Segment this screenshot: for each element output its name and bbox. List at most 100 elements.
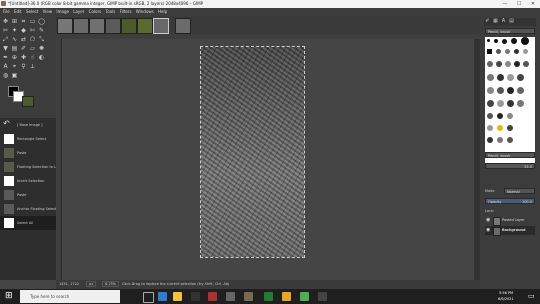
windows-start-icon[interactable]: ⊞ (5, 292, 14, 301)
brush-spacing-field[interactable]: 25.0 (485, 163, 535, 169)
ellipse-select-tool-icon[interactable]: ◯ (38, 18, 45, 25)
image-canvas[interactable] (200, 46, 305, 258)
align-tool-icon[interactable]: ⊞ (11, 18, 18, 25)
history-item[interactable]: Anchor Floating Selection (0, 202, 62, 216)
eye-icon[interactable]: ◉ (486, 218, 491, 223)
clock-time[interactable]: 5:56 PM (499, 291, 513, 295)
rect-select-tool-icon[interactable]: ▭ (29, 18, 36, 25)
menu-help[interactable]: Help (158, 8, 167, 16)
image-tab[interactable] (121, 18, 137, 34)
document-tab-icon[interactable]: ▤ (508, 18, 515, 25)
file-explorer-icon[interactable] (173, 292, 182, 301)
brush-preset[interactable] (487, 87, 494, 94)
scissors-tool-icon[interactable]: ✄ (29, 27, 36, 34)
app-icon[interactable] (226, 292, 235, 301)
paths-tool-icon[interactable]: ✎ (38, 27, 45, 34)
history-item-selected[interactable]: Select All (0, 216, 56, 230)
scale-tool-icon[interactable]: ⤡ (38, 36, 45, 43)
color-select-tool-icon[interactable]: ◆ (20, 27, 27, 34)
patterns-tab-icon[interactable]: ▦ (492, 18, 499, 25)
brush-preset[interactable] (494, 39, 498, 43)
cage-tool-icon[interactable]: ▣ (11, 72, 18, 79)
eraser-tool-icon[interactable]: ▱ (29, 45, 36, 52)
zoom-tool-icon[interactable]: ⚲ (20, 63, 27, 70)
smudge-alt-tool-icon[interactable]: ◍ (2, 72, 9, 79)
menu-colors[interactable]: Colors (89, 8, 102, 16)
zoom-select[interactable]: 6.25% (102, 281, 120, 287)
brush-preset[interactable] (487, 137, 493, 143)
brush-preset[interactable] (487, 39, 490, 42)
heal-tool-icon[interactable]: ✚ (20, 54, 27, 61)
app-icon[interactable] (208, 292, 217, 301)
brush-preset[interactable] (507, 100, 514, 107)
brush-preset[interactable] (507, 137, 513, 143)
notification-icon[interactable]: ▭ (528, 293, 535, 300)
brush-preset[interactable] (507, 113, 513, 119)
brush-preset[interactable] (497, 74, 504, 81)
menu-windows[interactable]: Windows (136, 8, 154, 16)
brush-preset[interactable] (521, 37, 529, 45)
brush-preset[interactable] (517, 74, 524, 81)
brush-preset[interactable] (497, 87, 504, 94)
brush-preset[interactable] (487, 113, 493, 119)
chrome-icon[interactable] (282, 292, 291, 301)
fonts-tab-icon[interactable]: A (500, 18, 507, 25)
edge-browser-icon[interactable] (158, 292, 167, 301)
brush-preset[interactable] (497, 137, 503, 143)
taskbar-search-input[interactable]: Type here to search (20, 290, 120, 303)
menu-select[interactable]: Select (26, 8, 38, 16)
history-item[interactable]: [ Base Image ] (0, 118, 56, 132)
layer-row[interactable]: ◉ Pasted Layer (485, 216, 535, 226)
brush-preset[interactable] (517, 87, 524, 94)
fuzzy-select-tool-icon[interactable]: ✦ (11, 27, 18, 34)
brush-preset[interactable] (487, 61, 493, 67)
menu-filters[interactable]: Filters (120, 8, 132, 16)
bucket-fill-tool-icon[interactable]: ▼ (2, 45, 9, 52)
history-item[interactable]: Rectangle Select (0, 132, 56, 146)
units-select[interactable]: px (86, 281, 97, 287)
dodge-tool-icon[interactable]: ◐ (38, 54, 45, 61)
task-view-icon[interactable] (143, 292, 154, 303)
app-icon[interactable] (318, 292, 327, 301)
brush-preset[interactable] (497, 100, 504, 107)
color-picker-tool-icon[interactable]: ⌖ (11, 63, 18, 70)
image-tab[interactable] (73, 18, 89, 34)
image-tab-active[interactable] (153, 18, 169, 34)
brush-preset[interactable] (507, 87, 514, 94)
store-icon[interactable] (191, 292, 200, 301)
warp-tool-icon[interactable]: ∿ (11, 36, 18, 43)
history-item[interactable]: Floating Selection to Layer (0, 160, 64, 174)
brush-preset[interactable] (487, 74, 494, 81)
minimize-button[interactable]: — (498, 0, 512, 8)
layer-mode-select[interactable]: Normal (504, 188, 535, 194)
menu-file[interactable]: File (3, 8, 10, 16)
measure-tool-icon[interactable]: ⟂ (29, 63, 36, 70)
crop-tool-icon[interactable]: ⌗ (20, 18, 27, 25)
free-select-tool-icon[interactable]: ✂ (2, 27, 9, 34)
brush-preset[interactable] (505, 49, 510, 54)
menu-view[interactable]: View (43, 8, 53, 16)
paintbrush-tool-icon[interactable]: ✐ (20, 45, 27, 52)
clone-tool-icon[interactable]: ⊕ (11, 54, 18, 61)
gimp-taskbar-icon[interactable] (244, 292, 253, 301)
layer-row-selected[interactable]: ◉ Background (485, 226, 535, 236)
brush-preset[interactable] (517, 100, 524, 107)
app-icon[interactable] (300, 292, 309, 301)
transform-tool-icon[interactable]: ⤢ (2, 36, 9, 43)
gradient-tool-icon[interactable]: ▤ (11, 45, 18, 52)
brush-preset[interactable] (496, 49, 501, 54)
brushes-tab-icon[interactable]: ✐ (484, 18, 491, 25)
brush-filter-display[interactable]: Pencil, brush (485, 152, 535, 158)
image-tab[interactable] (89, 18, 105, 34)
smudge-tool-icon[interactable]: ☝ (29, 54, 36, 61)
brush-preset[interactable] (505, 61, 511, 67)
maximize-button[interactable]: ☐ (512, 0, 526, 8)
excel-icon[interactable] (264, 292, 273, 301)
brush-preset[interactable] (507, 125, 513, 131)
menu-tools[interactable]: Tools (105, 8, 115, 16)
image-tab[interactable] (175, 18, 191, 34)
menu-image[interactable]: Image (56, 8, 69, 16)
brush-preset[interactable] (523, 61, 529, 67)
brush-preset[interactable] (496, 61, 502, 67)
brush-preset[interactable] (487, 100, 494, 107)
